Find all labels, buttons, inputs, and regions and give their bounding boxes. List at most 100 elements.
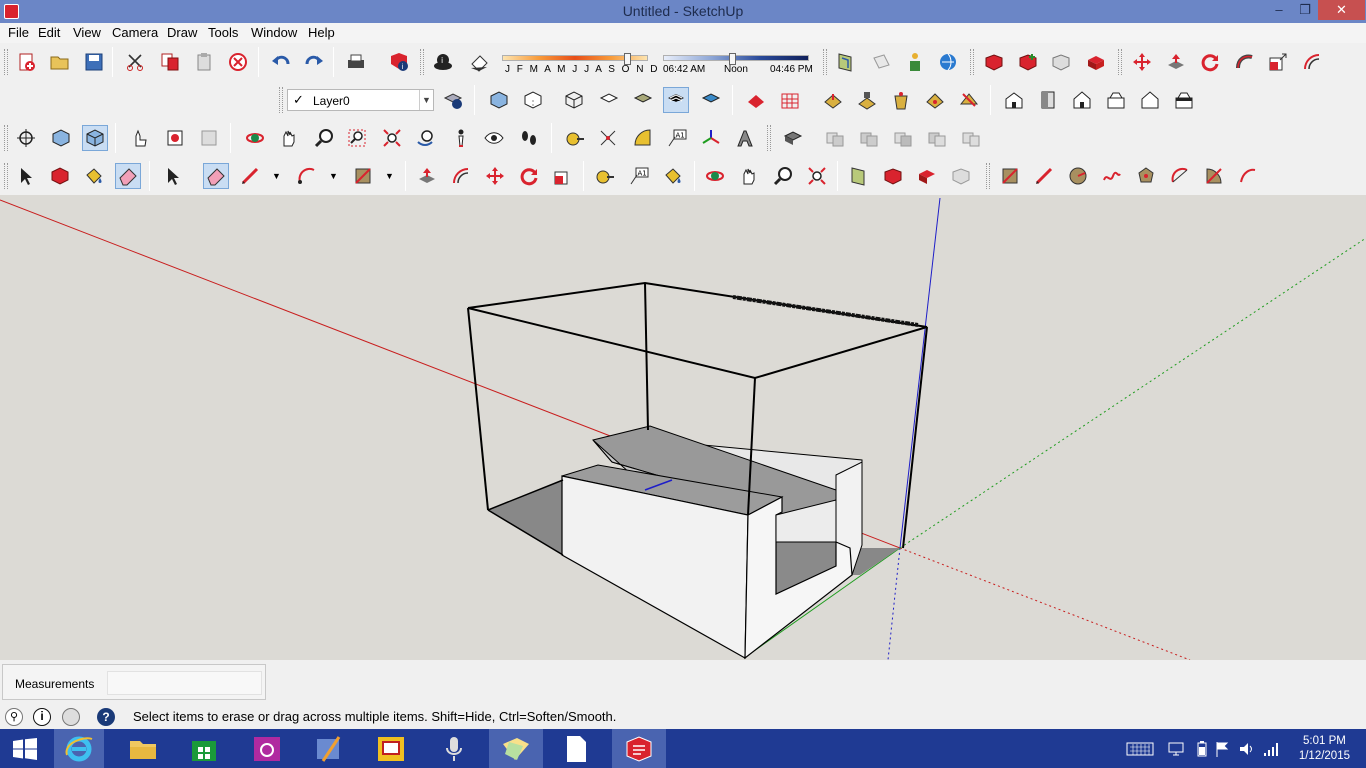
system-clock[interactable]: 5:01 PM 1/12/2015 — [1299, 734, 1350, 764]
layer-manager-icon[interactable] — [440, 87, 466, 113]
drawing-viewport[interactable] — [0, 195, 1366, 660]
menu-view[interactable]: View — [73, 25, 101, 40]
position-camera-icon[interactable] — [13, 125, 39, 151]
component-attributes-icon[interactable] — [196, 125, 222, 151]
push-pull-tool-icon[interactable] — [414, 163, 440, 189]
shaded-with-textures-style-icon[interactable] — [663, 87, 689, 113]
start-windows-icon[interactable] — [0, 729, 50, 768]
microphone-icon[interactable] — [430, 729, 478, 768]
wireframe-style-icon[interactable] — [561, 87, 587, 113]
menu-help[interactable]: Help — [308, 25, 335, 40]
iso-view-icon[interactable] — [1001, 87, 1027, 113]
follow-me-icon[interactable] — [1232, 49, 1258, 75]
paint-bucket-icon[interactable] — [81, 163, 107, 189]
model-canvas[interactable] — [0, 195, 1366, 660]
rotate-icon[interactable] — [1197, 49, 1223, 75]
3pt-arc-tool-icon[interactable] — [1235, 163, 1261, 189]
toolbar-grip[interactable] — [420, 49, 424, 75]
help-question-icon[interactable]: ? — [97, 708, 115, 726]
component-options-icon[interactable] — [162, 125, 188, 151]
components-icon[interactable] — [902, 49, 928, 75]
eraser-icon[interactable] — [115, 163, 141, 189]
sketchup-taskbar-icon[interactable] — [612, 729, 666, 768]
arc-tool-dropdown-icon[interactable]: ▼ — [329, 171, 338, 181]
display-shadows-icon[interactable] — [466, 49, 492, 75]
extension-warehouse-icon[interactable] — [1083, 49, 1109, 75]
polygon-tool-icon[interactable] — [1133, 163, 1159, 189]
network-signal-icon[interactable] — [1263, 741, 1279, 757]
rotate-tool-icon[interactable] — [516, 163, 542, 189]
solid-tools-union-icon[interactable] — [856, 125, 882, 151]
3d-warehouse-icon[interactable] — [846, 163, 872, 189]
add-detail-icon[interactable] — [922, 87, 948, 113]
select-arrow-icon[interactable] — [13, 163, 39, 189]
share-model-tool-icon[interactable] — [880, 163, 906, 189]
blank-document-icon[interactable] — [552, 729, 600, 768]
sticky-presentation-icon[interactable] — [367, 729, 415, 768]
walk-around-box-icon[interactable] — [48, 125, 74, 151]
redo-icon[interactable] — [301, 49, 327, 75]
previous-view-icon[interactable] — [413, 125, 439, 151]
menu-tools[interactable]: Tools — [208, 25, 238, 40]
menu-camera[interactable]: Camera — [112, 25, 158, 40]
hidden-line-style-icon[interactable] — [596, 87, 622, 113]
dynamic-components-icon[interactable] — [1048, 49, 1074, 75]
credits-info-icon[interactable]: i — [33, 708, 51, 726]
toolbar-grip[interactable] — [970, 49, 974, 75]
toolbar-grip[interactable] — [279, 87, 283, 113]
new-file-icon[interactable] — [14, 49, 40, 75]
rectangle-tool-icon[interactable] — [997, 163, 1023, 189]
pie-tool-icon[interactable] — [1201, 163, 1227, 189]
scale-icon[interactable] — [1265, 49, 1291, 75]
section-plane-icon[interactable] — [833, 49, 859, 75]
solid-tools-outer-shell-icon[interactable] — [780, 125, 806, 151]
sandbox-from-scratch-icon[interactable] — [777, 87, 803, 113]
interact-icon[interactable] — [127, 125, 153, 151]
solid-tools-subtract-icon[interactable] — [890, 125, 916, 151]
touch-keyboard-icon[interactable] — [1126, 741, 1154, 757]
offset-icon[interactable] — [1299, 49, 1325, 75]
display-section-planes-icon[interactable] — [868, 49, 894, 75]
paint-bucket-tool-icon[interactable] — [660, 163, 686, 189]
text-icon[interactable]: A1 — [664, 125, 690, 151]
menu-file[interactable]: File — [8, 25, 29, 40]
box-view-icon[interactable] — [82, 125, 108, 151]
store-icon[interactable] — [180, 729, 228, 768]
front-view-icon[interactable] — [1069, 87, 1095, 113]
open-folder-icon[interactable] — [47, 49, 73, 75]
toolbar-grip[interactable] — [823, 49, 827, 75]
toolbar-grip[interactable] — [4, 125, 8, 151]
eraser-tool-icon[interactable] — [203, 163, 229, 189]
get-models-icon[interactable] — [935, 49, 961, 75]
flip-edge-icon[interactable] — [956, 87, 982, 113]
toolbar-grip[interactable] — [986, 163, 990, 189]
sandbox-from-contours-icon[interactable] — [743, 87, 769, 113]
cut-icon[interactable] — [123, 49, 149, 75]
tape-measure-icon[interactable] — [562, 125, 588, 151]
layer-dropdown[interactable]: ✓ Layer0 ▼ — [287, 89, 434, 111]
menu-draw[interactable]: Draw — [167, 25, 197, 40]
toolbar-grip[interactable] — [4, 163, 8, 189]
share-component-icon[interactable] — [1015, 49, 1041, 75]
right-view-icon[interactable] — [1103, 87, 1129, 113]
line-tool-icon[interactable] — [237, 163, 263, 189]
undo-icon[interactable] — [268, 49, 294, 75]
arc-tool-icon[interactable] — [294, 163, 320, 189]
volume-icon[interactable] — [1239, 741, 1255, 757]
xray-style-icon[interactable] — [486, 87, 512, 113]
zoom-window-icon[interactable] — [344, 125, 370, 151]
solid-tools-intersect-icon[interactable] — [822, 125, 848, 151]
zoom-tool-icon[interactable] — [770, 163, 796, 189]
protractor-icon[interactable] — [630, 125, 656, 151]
move-icon[interactable] — [1129, 49, 1155, 75]
paste-icon[interactable] — [191, 49, 217, 75]
desktop-display-icon[interactable] — [1168, 741, 1184, 757]
make-component-icon[interactable] — [47, 163, 73, 189]
drape-icon[interactable] — [888, 87, 914, 113]
top-view-icon[interactable] — [1035, 87, 1061, 113]
scale-tool-icon[interactable] — [550, 163, 576, 189]
text-tool-icon[interactable]: A1 — [626, 163, 652, 189]
shape-tool-icon[interactable] — [350, 163, 376, 189]
close-button[interactable]: ✕ — [1318, 0, 1365, 20]
extension-manager-icon[interactable] — [948, 163, 974, 189]
